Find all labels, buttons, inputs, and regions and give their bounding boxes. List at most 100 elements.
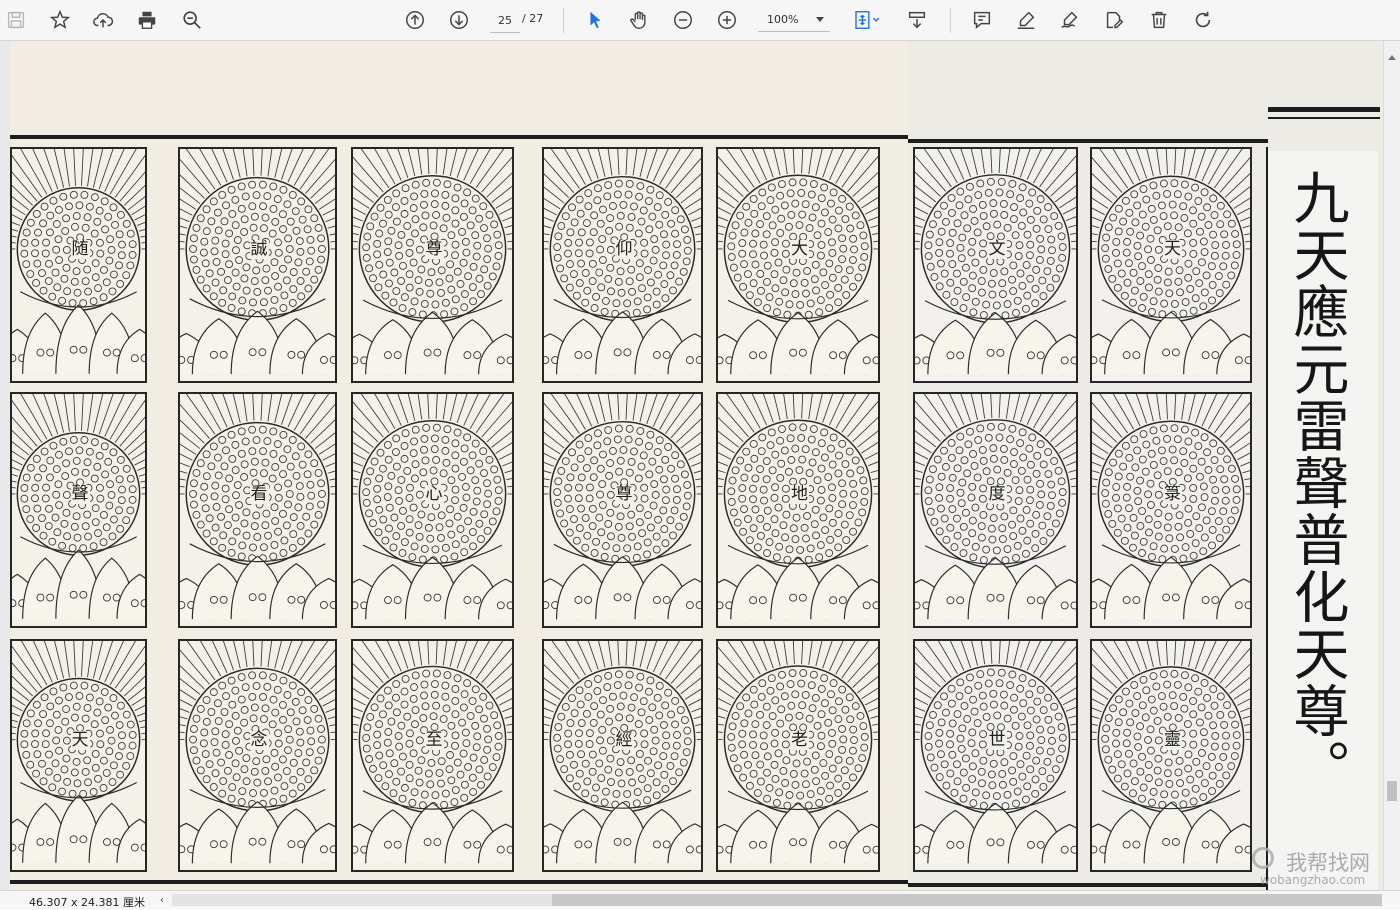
- panel-glyph: 地: [790, 484, 809, 505]
- lotus-panel: 随: [10, 147, 147, 383]
- rotate-icon[interactable]: [1189, 6, 1217, 34]
- scroll-up-icon[interactable]: [1388, 55, 1396, 60]
- scroll-left-icon[interactable]: ‹: [160, 895, 164, 906]
- border-rule-top: [908, 139, 1268, 143]
- panel-glyph: 世: [987, 730, 1007, 751]
- lotus-illustration: [544, 641, 701, 864]
- panel-glyph: 至: [424, 730, 444, 751]
- panel-glyph: 念: [249, 730, 269, 751]
- zoom-value: 100%: [767, 13, 799, 26]
- vertical-scrollbar[interactable]: [1383, 41, 1400, 890]
- lotus-panel: 大: [716, 147, 880, 383]
- toolbar-divider: [563, 8, 564, 33]
- toolbar: 25 / 27 100%: [0, 0, 1400, 41]
- panel-glyph: 聲: [70, 484, 90, 505]
- lotus-illustration: [1092, 149, 1250, 375]
- lotus-panel: 地: [716, 392, 880, 628]
- lotus-illustration: [180, 394, 335, 620]
- panel-glyph: 箓: [1163, 484, 1182, 505]
- panel-glyph: 天: [1163, 239, 1182, 260]
- lotus-panel: 看: [178, 392, 337, 628]
- title-column: 九天應元雷聲普化天尊。: [1268, 151, 1378, 890]
- lotus-illustration: [544, 394, 701, 620]
- arrow-down-circle-icon[interactable]: [445, 6, 473, 34]
- panel-glyph: 經: [614, 730, 634, 751]
- lotus-illustration: [12, 394, 145, 619]
- lotus-panel: 尊: [351, 147, 514, 383]
- hand-icon[interactable]: [625, 6, 653, 34]
- lotus-panel: 經: [542, 639, 703, 872]
- deity-title: 九天應元雷聲普化天尊。: [1284, 169, 1349, 796]
- lotus-illustration: [718, 149, 878, 375]
- arrow-up-circle-icon[interactable]: [401, 6, 429, 34]
- title-column-rule: [1266, 147, 1268, 890]
- panel-glyph: 天: [70, 730, 90, 751]
- lotus-illustration: [180, 149, 335, 375]
- panel-glyph: 靈: [1163, 730, 1182, 751]
- sign-icon[interactable]: [1056, 6, 1084, 34]
- search-icon[interactable]: [178, 6, 206, 34]
- lotus-panel: 心: [351, 392, 514, 628]
- lotus-illustration: [12, 641, 145, 863]
- lotus-panel: 天: [1090, 147, 1252, 383]
- panel-glyph: 大: [790, 239, 809, 260]
- page-dimensions: 46.307 x 24.381 厘米: [29, 896, 145, 909]
- border-rule-top: [1268, 117, 1380, 119]
- save-icon[interactable]: [2, 6, 30, 34]
- panel-glyph: 随: [70, 239, 90, 260]
- panel-glyph: 尊: [614, 484, 634, 505]
- lotus-illustration: [718, 641, 878, 864]
- star-icon[interactable]: [46, 6, 74, 34]
- trash-icon[interactable]: [1145, 6, 1173, 34]
- lotus-illustration: [1092, 394, 1250, 620]
- panel-glyph: 誠: [249, 239, 269, 260]
- lotus-panel: 念: [178, 639, 337, 872]
- lotus-illustration: [915, 394, 1076, 620]
- edit-icon[interactable]: [1100, 6, 1128, 34]
- document-view[interactable]: 随誠尊仰大聲看心尊地天念至經老文天度箓世靈 九天應元雷聲普化天尊。: [0, 41, 1383, 890]
- lotus-illustration: [353, 641, 512, 864]
- print-icon[interactable]: [133, 6, 161, 34]
- zoom-out-icon[interactable]: [669, 6, 697, 34]
- border-rule-bottom: [10, 880, 908, 884]
- lotus-illustration: [353, 394, 512, 620]
- lotus-panel: 箓: [1090, 392, 1252, 628]
- highlight-icon[interactable]: [1012, 6, 1040, 34]
- scroll-mode-icon[interactable]: [903, 6, 931, 34]
- lotus-panel: 天: [10, 639, 147, 872]
- lotus-illustration: [915, 641, 1076, 864]
- lotus-panel: 仰: [542, 147, 703, 383]
- lotus-panel: 尊: [542, 392, 703, 628]
- zoom-select[interactable]: 100%: [758, 8, 830, 32]
- panel-glyph: 仰: [614, 239, 634, 260]
- border-rule-top: [1268, 107, 1380, 112]
- panel-glyph: 度: [987, 484, 1007, 505]
- lotus-illustration: [1092, 641, 1250, 864]
- horizontal-scroll-thumb[interactable]: [552, 894, 1382, 906]
- lotus-illustration: [12, 149, 145, 374]
- magnifier-logo-icon: [1252, 847, 1274, 869]
- cloud-upload-icon[interactable]: [89, 6, 117, 34]
- page-number-input[interactable]: 25: [490, 8, 520, 33]
- lotus-panel: 誠: [178, 147, 337, 383]
- zoom-in-icon[interactable]: [713, 6, 741, 34]
- status-bar: 46.307 x 24.381 厘米 ‹: [0, 890, 1400, 909]
- horizontal-scrollbar[interactable]: [172, 894, 1382, 906]
- watermark-line2: wobangzhao.com: [1260, 873, 1366, 887]
- lotus-panel: 度: [913, 392, 1078, 628]
- lotus-panel: 文: [913, 147, 1078, 383]
- vertical-scroll-thumb[interactable]: [1387, 781, 1397, 801]
- watermark: 我帮找网 wobangzhao.com: [1248, 845, 1398, 889]
- cursor-icon[interactable]: [581, 6, 609, 34]
- border-rule-top: [10, 135, 908, 139]
- chevron-down-icon: [816, 17, 824, 22]
- lotus-illustration: [544, 149, 701, 375]
- fit-page-icon[interactable]: [849, 6, 885, 34]
- lotus-illustration: [353, 149, 512, 375]
- border-rule-bottom: [908, 883, 1268, 887]
- comment-icon[interactable]: [968, 6, 996, 34]
- panel-glyph: 尊: [424, 239, 444, 260]
- lotus-panel: 世: [913, 639, 1078, 872]
- lotus-panel: 聲: [10, 392, 147, 628]
- lotus-panel: 至: [351, 639, 514, 872]
